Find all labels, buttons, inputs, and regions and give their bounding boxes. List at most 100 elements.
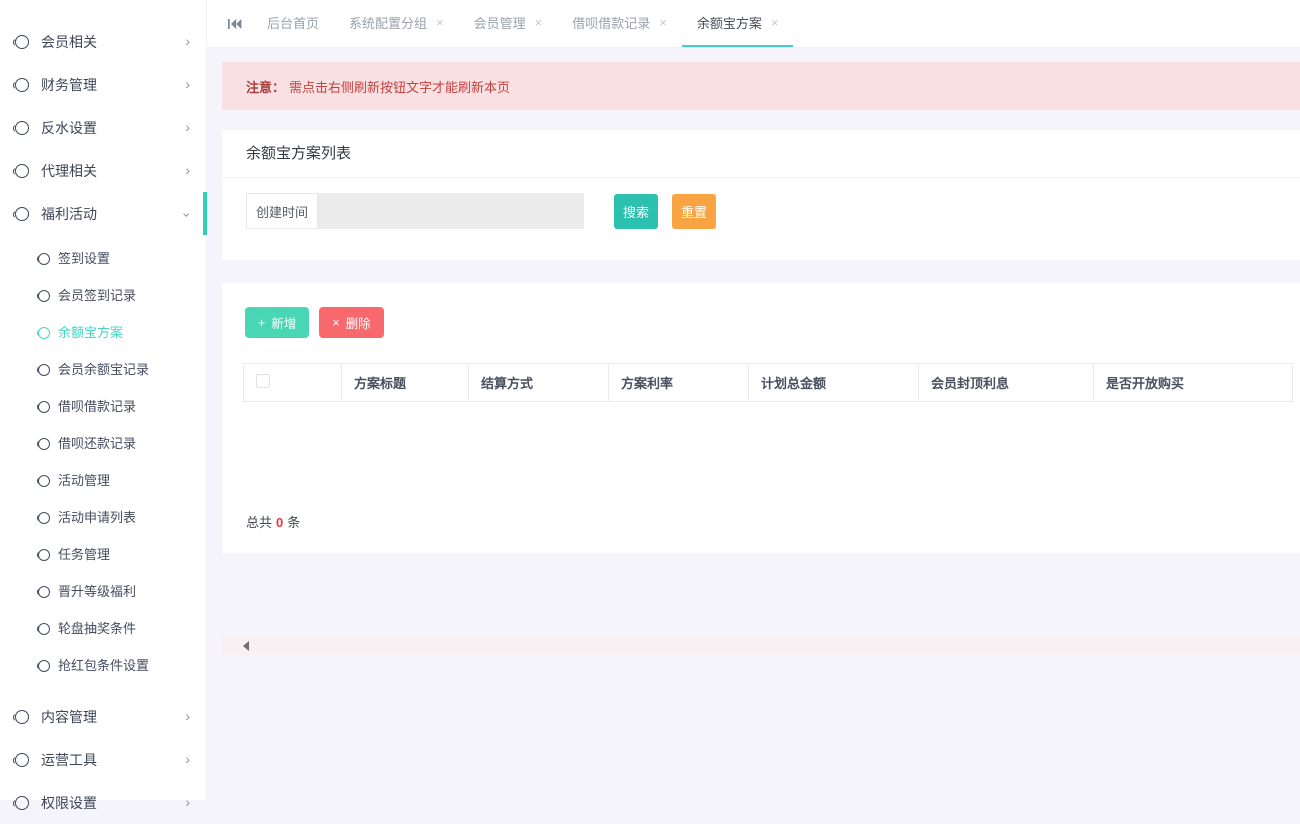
header-cell-settlement-method: 结算方式 (469, 364, 609, 402)
sidebar-item-permission-settings[interactable]: 权限设置 › (0, 781, 206, 824)
circle-icon (14, 77, 29, 92)
sidebar-item-label: 权限设置 (41, 793, 185, 813)
search-button[interactable]: 搜索 (614, 194, 658, 229)
sidebar-item-promotion-level-welfare[interactable]: 晋升等级福利 (0, 572, 206, 609)
sidebar-item-label: 反水设置 (41, 118, 185, 138)
notice-label: 注意： (246, 77, 285, 96)
sidebar-item-member-related[interactable]: 会员相关 › (0, 20, 206, 63)
sidebar: 会员相关 › 财务管理 › 反水设置 › 代理相关 › 福利活动 › 签到设置 … (0, 0, 207, 800)
close-icon[interactable]: × (659, 15, 667, 30)
chevron-right-icon: › (185, 795, 190, 809)
horizontal-scrollbar[interactable] (222, 636, 1300, 655)
tab-member-management[interactable]: 会员管理 × (459, 0, 558, 47)
sidebar-item-member-yuebao-records[interactable]: 会员余额宝记录 (0, 350, 206, 387)
circle-icon (38, 289, 50, 301)
create-time-group: 创建时间 (246, 193, 584, 229)
page-title: 余额宝方案列表 (222, 130, 1300, 178)
scroll-left-arrow-icon[interactable] (243, 641, 249, 651)
tab-label: 会员管理 (474, 13, 526, 32)
tab-yuebao-plan[interactable]: 余额宝方案 × (682, 0, 794, 47)
reset-button[interactable]: 重置 (672, 194, 716, 229)
close-icon[interactable]: × (535, 15, 543, 30)
sidebar-item-task-management[interactable]: 任务管理 (0, 535, 206, 572)
sidebar-item-checkin-settings[interactable]: 签到设置 (0, 239, 206, 276)
tab-jiebei-loan-records[interactable]: 借呗借款记录 × (557, 0, 682, 47)
header-cell-plan-rate: 方案利率 (609, 364, 749, 402)
chevron-right-icon: › (185, 752, 190, 766)
filter-row: 创建时间 搜索 重置 (246, 193, 1300, 229)
tab-home[interactable]: 后台首页 (252, 0, 334, 47)
tab-label: 后台首页 (267, 13, 319, 32)
chevron-right-icon: › (185, 709, 190, 723)
sidebar-item-label: 活动申请列表 (58, 507, 136, 526)
circle-icon (38, 363, 50, 375)
sidebar-item-member-checkin-records[interactable]: 会员签到记录 (0, 276, 206, 313)
delete-button-label: 删除 (346, 313, 371, 332)
sidebar-item-content-management[interactable]: 内容管理 › (0, 695, 206, 738)
chevron-right-icon: › (185, 120, 190, 134)
circle-icon (14, 120, 29, 135)
create-time-input[interactable] (318, 193, 584, 229)
total-count-value: 0 (276, 515, 283, 530)
tab-system-config-group[interactable]: 系统配置分组 × (334, 0, 459, 47)
chevron-right-icon: › (185, 163, 190, 177)
circle-icon (38, 326, 50, 338)
total-suffix: 条 (287, 515, 300, 530)
close-icon[interactable]: × (771, 15, 779, 30)
tab-label: 余额宝方案 (697, 13, 762, 32)
tab-label: 系统配置分组 (349, 13, 427, 32)
sidebar-item-rebate-settings[interactable]: 反水设置 › (0, 106, 206, 149)
header-cell-member-interest-cap: 会员封顶利息 (919, 364, 1094, 402)
notice-banner: 注意： 需点击右侧刷新按钮文字才能刷新本页 (222, 62, 1300, 110)
circle-icon (38, 400, 50, 412)
circle-icon (38, 622, 50, 634)
filter-card: 余额宝方案列表 创建时间 搜索 重置 (222, 130, 1300, 260)
circle-icon (14, 34, 29, 49)
header-cell-plan-title: 方案标题 (342, 364, 469, 402)
sidebar-item-label: 内容管理 (41, 707, 185, 727)
sidebar-item-label: 会员余额宝记录 (58, 359, 149, 378)
sidebar-item-activity-management[interactable]: 活动管理 (0, 461, 206, 498)
circle-icon (14, 206, 29, 221)
chevron-right-icon: › (185, 77, 190, 91)
circle-icon (14, 163, 29, 178)
add-button-label: 新增 (271, 313, 296, 332)
sidebar-item-agent-related[interactable]: 代理相关 › (0, 149, 206, 192)
tab-label: 借呗借款记录 (572, 13, 650, 32)
circle-icon (38, 437, 50, 449)
sidebar-item-activity-application-list[interactable]: 活动申请列表 (0, 498, 206, 535)
sidebar-item-yuebao-plan[interactable]: 余额宝方案 (0, 313, 206, 350)
circle-icon (14, 709, 29, 724)
close-icon[interactable]: × (436, 15, 444, 30)
delete-button[interactable]: × 删除 (319, 307, 383, 338)
sidebar-item-red-packet-conditions[interactable]: 抢红包条件设置 (0, 646, 206, 683)
select-all-checkbox[interactable] (256, 374, 270, 388)
sidebar-item-label: 借呗借款记录 (58, 396, 136, 415)
header-cell-plan-total-amount: 计划总金额 (749, 364, 919, 402)
sidebar-item-label: 会员签到记录 (58, 285, 136, 304)
circle-icon (38, 252, 50, 264)
sidebar-item-operation-tools[interactable]: 运营工具 › (0, 738, 206, 781)
sidebar-item-jiebei-loan-records[interactable]: 借呗借款记录 (0, 387, 206, 424)
add-button[interactable]: + 新增 (245, 307, 309, 338)
circle-icon (38, 659, 50, 671)
sidebar-item-finance-management[interactable]: 财务管理 › (0, 63, 206, 106)
sidebar-item-label: 运营工具 (41, 750, 185, 770)
sidebar-item-label: 代理相关 (41, 161, 185, 181)
chevron-down-icon: › (181, 212, 195, 217)
total-count: 总共 0条 (243, 512, 1293, 531)
sidebar-item-label: 财务管理 (41, 75, 185, 95)
sidebar-item-welfare-activities[interactable]: 福利活动 › (0, 192, 206, 235)
sidebar-item-label: 抢红包条件设置 (58, 655, 149, 674)
create-time-label: 创建时间 (246, 193, 318, 229)
collapse-tabs-icon[interactable] (227, 18, 242, 30)
sidebar-item-jiebei-repayment-records[interactable]: 借呗还款记录 (0, 424, 206, 461)
sidebar-submenu-welfare: 签到设置 会员签到记录 余额宝方案 会员余额宝记录 借呗借款记录 借呗还款记录 … (0, 235, 206, 695)
circle-icon (38, 585, 50, 597)
total-prefix: 总共 (246, 515, 272, 530)
sidebar-item-roulette-lottery-conditions[interactable]: 轮盘抽奖条件 (0, 609, 206, 646)
sidebar-item-label: 任务管理 (58, 544, 110, 563)
header-cell-open-for-purchase: 是否开放购买 (1094, 364, 1293, 402)
sidebar-item-label: 福利活动 (41, 204, 185, 224)
tab-bar: 后台首页 系统配置分组 × 会员管理 × 借呗借款记录 × 余额宝方案 × (207, 0, 1300, 48)
